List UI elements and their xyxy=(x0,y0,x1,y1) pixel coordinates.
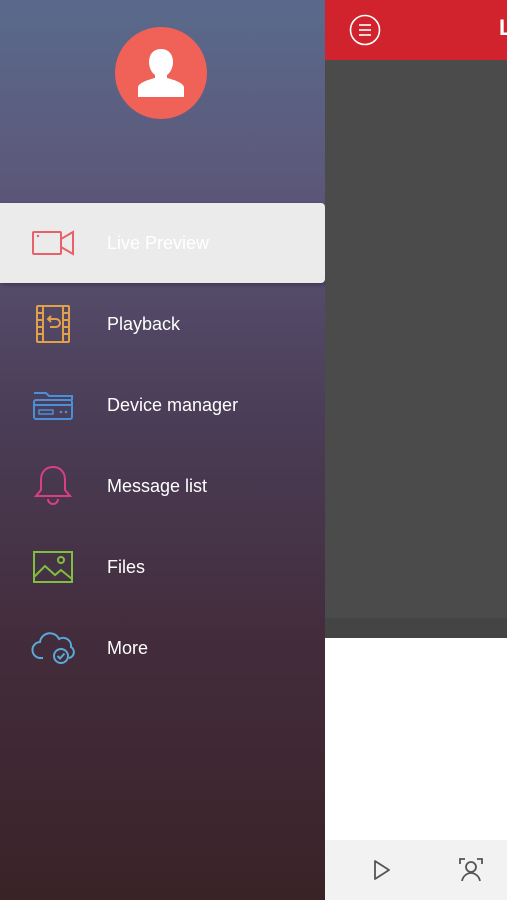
film-playback-icon xyxy=(30,301,76,347)
bottom-toolbar xyxy=(325,840,507,900)
navigation-drawer: Live Preview Playback Device manager Mes… xyxy=(0,0,325,900)
face-scan-icon[interactable] xyxy=(457,856,485,884)
user-silhouette-icon xyxy=(138,49,184,97)
menu-item-label: Playback xyxy=(107,313,181,334)
menu-item-message-list[interactable]: Message list xyxy=(0,446,325,526)
video-camera-icon xyxy=(30,220,76,266)
image-icon xyxy=(30,544,76,590)
menu-item-device-manager[interactable]: Device manager xyxy=(0,365,325,445)
bell-icon xyxy=(30,463,76,509)
main-content: L xyxy=(325,0,507,900)
menu-item-label: Message list xyxy=(107,475,208,496)
page-title: L xyxy=(499,15,507,40)
dvr-device-icon xyxy=(30,382,76,428)
avatar[interactable] xyxy=(115,27,207,119)
video-preview-area[interactable] xyxy=(325,60,507,638)
hamburger-circle-icon[interactable] xyxy=(349,14,381,46)
menu-item-files[interactable]: Files xyxy=(0,527,325,607)
menu-item-playback[interactable]: Playback xyxy=(0,284,325,364)
menu-item-label: More xyxy=(107,637,149,658)
cloud-check-icon xyxy=(30,625,76,671)
top-bar: L xyxy=(325,0,507,60)
play-icon[interactable] xyxy=(367,856,395,884)
menu-item-more[interactable]: More xyxy=(0,608,325,688)
menu-item-live-preview[interactable]: Live Preview xyxy=(0,203,325,283)
menu-item-label: Device manager xyxy=(107,394,239,415)
menu-item-label: Live Preview xyxy=(107,232,210,253)
menu-item-label: Files xyxy=(107,556,146,577)
video-divider xyxy=(325,618,507,638)
